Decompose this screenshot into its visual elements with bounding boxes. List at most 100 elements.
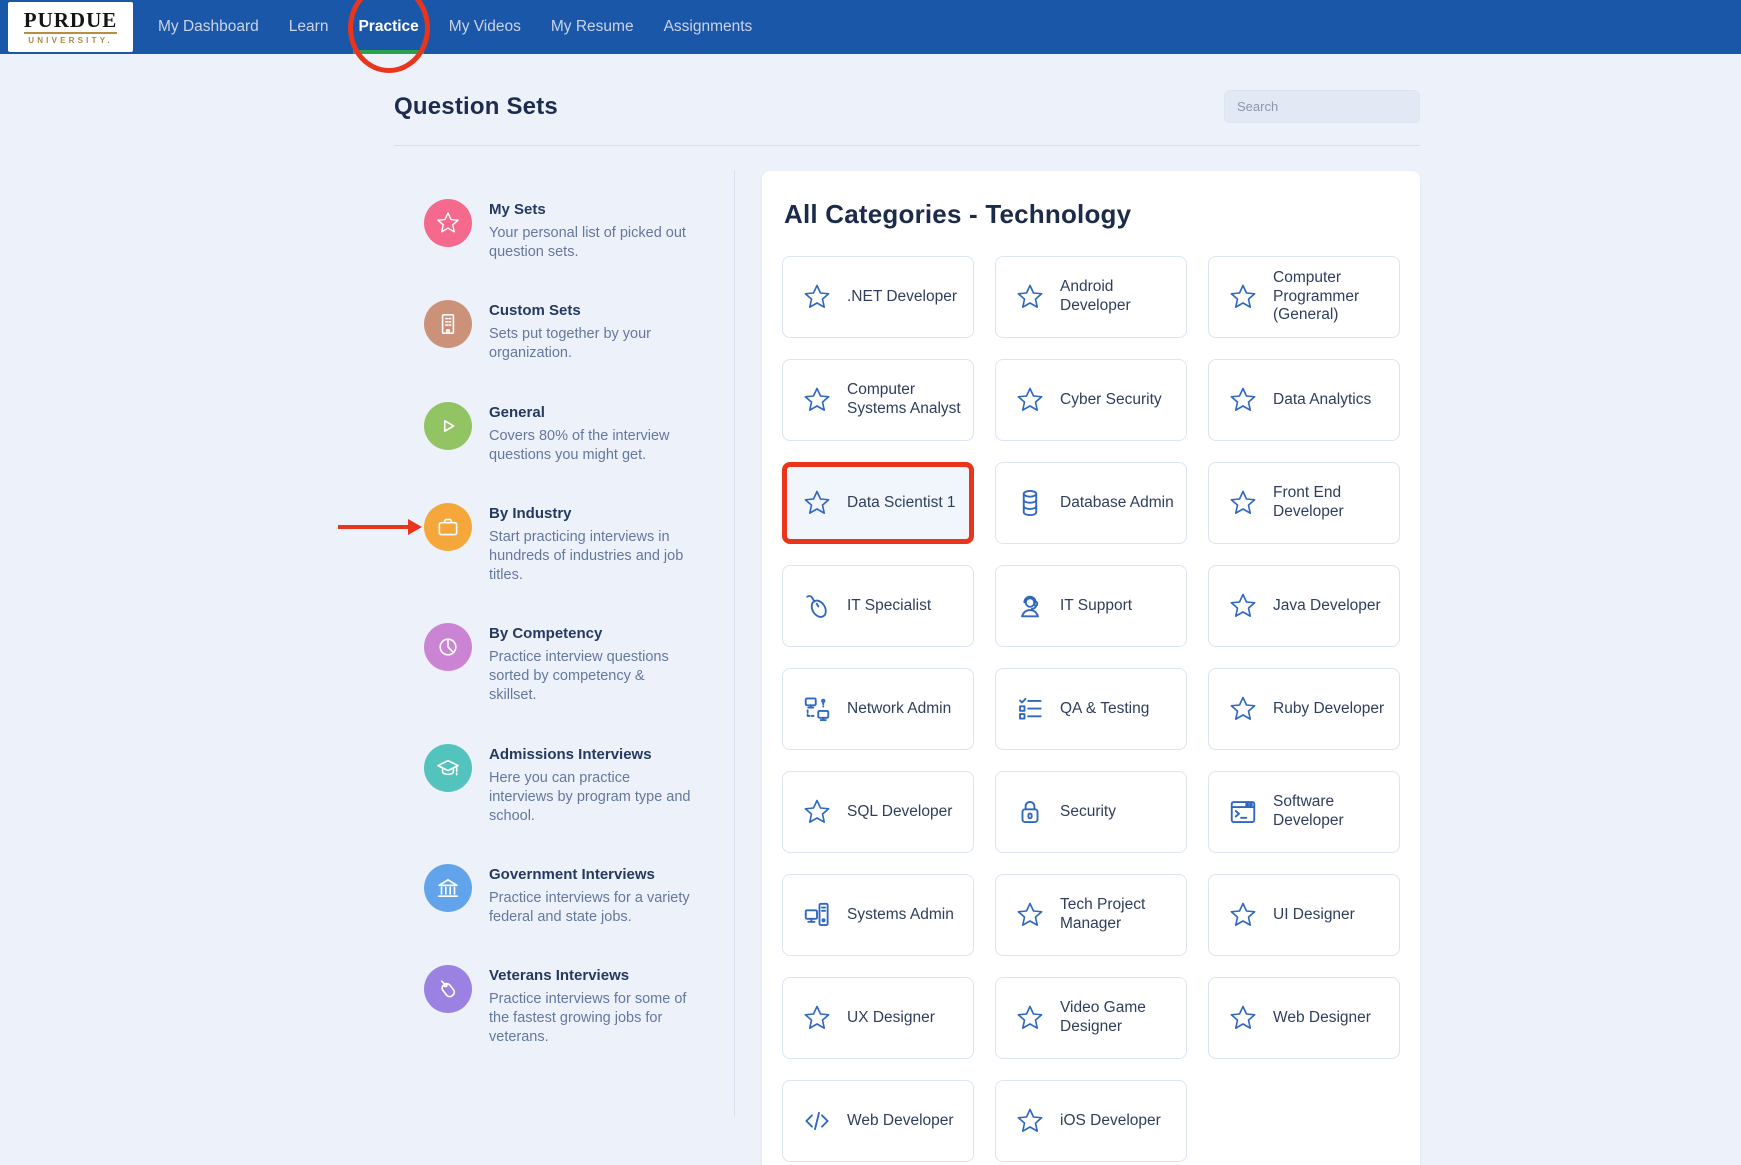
category-card-web-designer[interactable]: Web Designer	[1208, 977, 1400, 1059]
sidebar-item-by-competency[interactable]: By Competency Practice interview questio…	[424, 623, 734, 705]
question-set-sidebar: My Sets Your personal list of picked out…	[394, 171, 735, 1116]
database-icon	[1015, 488, 1045, 518]
star-icon	[1015, 385, 1045, 415]
sidebar-item-description: Your personal list of picked out questio…	[489, 224, 695, 262]
briefcase-icon	[424, 503, 472, 551]
nav-item-my-dashboard[interactable]: My Dashboard	[143, 0, 274, 54]
terminal-icon	[1228, 797, 1258, 827]
category-card-video-game-designer[interactable]: Video Game Designer	[995, 977, 1187, 1059]
category-card-data-analytics[interactable]: Data Analytics	[1208, 359, 1400, 441]
purdue-logo-subtext: UNIVERSITY.	[28, 36, 113, 45]
sidebar-item-my-sets[interactable]: My Sets Your personal list of picked out…	[424, 199, 734, 262]
category-card-it-specialist[interactable]: IT Specialist	[782, 565, 974, 647]
categories-panel: All Categories - Technology .NET Develop…	[762, 171, 1420, 1165]
category-card-computer-programmer-general[interactable]: Computer Programmer (General)	[1208, 256, 1400, 338]
category-card-security[interactable]: Security	[995, 771, 1187, 853]
sidebar-item-government-interviews[interactable]: Government Interviews Practice interview…	[424, 864, 734, 927]
star-icon	[1228, 591, 1258, 621]
category-card-label: Web Designer	[1273, 1009, 1371, 1028]
support-icon	[1015, 591, 1045, 621]
workstation-icon	[802, 900, 832, 930]
category-card-label: Software Developer	[1273, 793, 1391, 830]
sidebar-item-veterans-interviews[interactable]: Veterans Interviews Practice interviews …	[424, 965, 734, 1047]
category-card-label: Cyber Security	[1060, 391, 1162, 410]
category-card-label: .NET Developer	[847, 288, 957, 307]
purdue-logo[interactable]: PURDUE UNIVERSITY.	[8, 2, 133, 52]
star-icon	[1015, 900, 1045, 930]
purdue-logo-wordmark: PURDUE	[24, 10, 118, 34]
sidebar-item-description: Sets put together by your organization.	[489, 325, 695, 363]
category-card-label: Front End Developer	[1273, 484, 1391, 521]
category-card-network-admin[interactable]: Network Admin	[782, 668, 974, 750]
sidebar-item-general[interactable]: General Covers 80% of the interview ques…	[424, 402, 734, 465]
category-card-label: Android Developer	[1060, 278, 1178, 315]
categories-heading: All Categories - Technology	[784, 199, 1400, 230]
star-icon	[1015, 1003, 1045, 1033]
category-card-label: UX Designer	[847, 1009, 935, 1028]
dog-tag-icon	[424, 965, 472, 1013]
category-card-ux-designer[interactable]: UX Designer	[782, 977, 974, 1059]
category-card-cyber-security[interactable]: Cyber Security	[995, 359, 1187, 441]
sidebar-item-title: By Industry	[489, 505, 695, 522]
category-card-label: Computer Systems Analyst	[847, 381, 965, 418]
sidebar-item-custom-sets[interactable]: Custom Sets Sets put together by your or…	[424, 300, 734, 363]
sidebar-item-title: Government Interviews	[489, 866, 695, 883]
category-card-it-support[interactable]: IT Support	[995, 565, 1187, 647]
category-card-label: QA & Testing	[1060, 700, 1149, 719]
sidebar-item-title: Veterans Interviews	[489, 967, 695, 984]
nav-item-learn[interactable]: Learn	[274, 0, 344, 54]
nav-item-label: Assignments	[664, 18, 753, 36]
lock-icon	[1015, 797, 1045, 827]
graduation-cap-icon	[424, 744, 472, 792]
categories-grid: .NET Developer Android Developer Compute…	[782, 256, 1400, 1162]
category-card-label: Data Scientist 1	[847, 494, 956, 513]
category-card-ui-designer[interactable]: UI Designer	[1208, 874, 1400, 956]
category-card-ios-developer[interactable]: iOS Developer	[995, 1080, 1187, 1162]
category-card-qa-testing[interactable]: QA & Testing	[995, 668, 1187, 750]
category-card-label: UI Designer	[1273, 906, 1355, 925]
nav-item-practice[interactable]: Practice	[343, 0, 433, 54]
star-icon	[1015, 1106, 1045, 1136]
checklist-icon	[1015, 694, 1045, 724]
nav-item-label: My Dashboard	[158, 18, 259, 36]
category-card-database-admin[interactable]: Database Admin	[995, 462, 1187, 544]
sidebar-item-title: Admissions Interviews	[489, 746, 695, 763]
play-icon	[424, 402, 472, 450]
category-card-tech-project-manager[interactable]: Tech Project Manager	[995, 874, 1187, 956]
header-divider	[394, 145, 1420, 146]
category-card-label: Data Analytics	[1273, 391, 1371, 410]
category-card-label: Network Admin	[847, 700, 951, 719]
nav-menu: My Dashboard LearnPracticeMy VideosMy Res…	[143, 0, 767, 54]
sidebar-item-description: Covers 80% of the interview questions yo…	[489, 427, 695, 465]
bank-icon	[424, 864, 472, 912]
page-header: Question Sets	[394, 54, 1420, 123]
category-card-label: Web Developer	[847, 1112, 954, 1131]
category-card-ruby-developer[interactable]: Ruby Developer	[1208, 668, 1400, 750]
page-title: Question Sets	[394, 93, 558, 121]
category-card-java-developer[interactable]: Java Developer	[1208, 565, 1400, 647]
category-card-data-scientist-1[interactable]: Data Scientist 1	[782, 462, 974, 544]
star-icon	[802, 282, 832, 312]
star-icon	[1228, 694, 1258, 724]
category-card-net-developer[interactable]: .NET Developer	[782, 256, 974, 338]
network-icon	[802, 694, 832, 724]
category-card-front-end-developer[interactable]: Front End Developer	[1208, 462, 1400, 544]
category-card-android-developer[interactable]: Android Developer	[995, 256, 1187, 338]
top-navbar: PURDUE UNIVERSITY. My Dashboard LearnPrac…	[0, 0, 1741, 54]
category-card-web-developer[interactable]: Web Developer	[782, 1080, 974, 1162]
page-container: Question Sets My Sets Your personal list…	[394, 54, 1420, 1165]
nav-item-my-videos[interactable]: My Videos	[434, 0, 536, 54]
search-input[interactable]	[1224, 90, 1420, 123]
category-card-sql-developer[interactable]: SQL Developer	[782, 771, 974, 853]
sidebar-item-admissions-interviews[interactable]: Admissions Interviews Here you can pract…	[424, 744, 734, 826]
category-card-computer-systems-analyst[interactable]: Computer Systems Analyst	[782, 359, 974, 441]
sidebar-item-by-industry[interactable]: By Industry Start practicing interviews …	[424, 503, 734, 585]
nav-item-assignments[interactable]: Assignments	[649, 0, 768, 54]
sidebar-item-description: Practice interview questions sorted by c…	[489, 648, 695, 705]
nav-item-my-resume[interactable]: My Resume	[536, 0, 649, 54]
category-card-software-developer[interactable]: Software Developer	[1208, 771, 1400, 853]
pie-chart-icon	[424, 623, 472, 671]
category-card-label: Java Developer	[1273, 597, 1381, 616]
sidebar-item-title: My Sets	[489, 201, 695, 218]
category-card-systems-admin[interactable]: Systems Admin	[782, 874, 974, 956]
